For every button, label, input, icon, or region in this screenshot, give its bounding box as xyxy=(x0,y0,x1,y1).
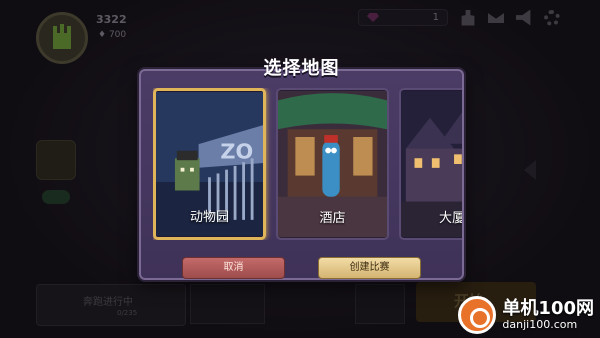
watermark-url: danji100.com xyxy=(502,317,578,331)
watermark-logo-icon xyxy=(458,296,497,334)
map-card-zoo[interactable]: ZO 动物园 xyxy=(153,88,266,240)
dialog-title: 选择地图 xyxy=(263,58,340,79)
site-watermark: 单机100网 danji100.com xyxy=(458,296,594,334)
map-card-hotel[interactable]: 酒店 xyxy=(276,88,389,240)
create-match-button[interactable]: 创建比赛 xyxy=(318,257,421,279)
map-label: 大厦 xyxy=(439,211,462,226)
watermark-name: 单机100网 xyxy=(502,297,594,319)
map-card-mansion[interactable]: 大厦 xyxy=(399,88,462,240)
map-select-dialog: 选择地图 ZO 动物园 酒店 大 取消 创建比赛 xyxy=(139,58,464,280)
map-label: 酒店 xyxy=(319,211,346,226)
map-label: 动物园 xyxy=(189,210,229,225)
cancel-button[interactable]: 取消 xyxy=(182,257,285,279)
map-carousel[interactable]: ZO 动物园 酒店 大 xyxy=(153,88,462,240)
svg-text:ZO: ZO xyxy=(220,139,253,163)
